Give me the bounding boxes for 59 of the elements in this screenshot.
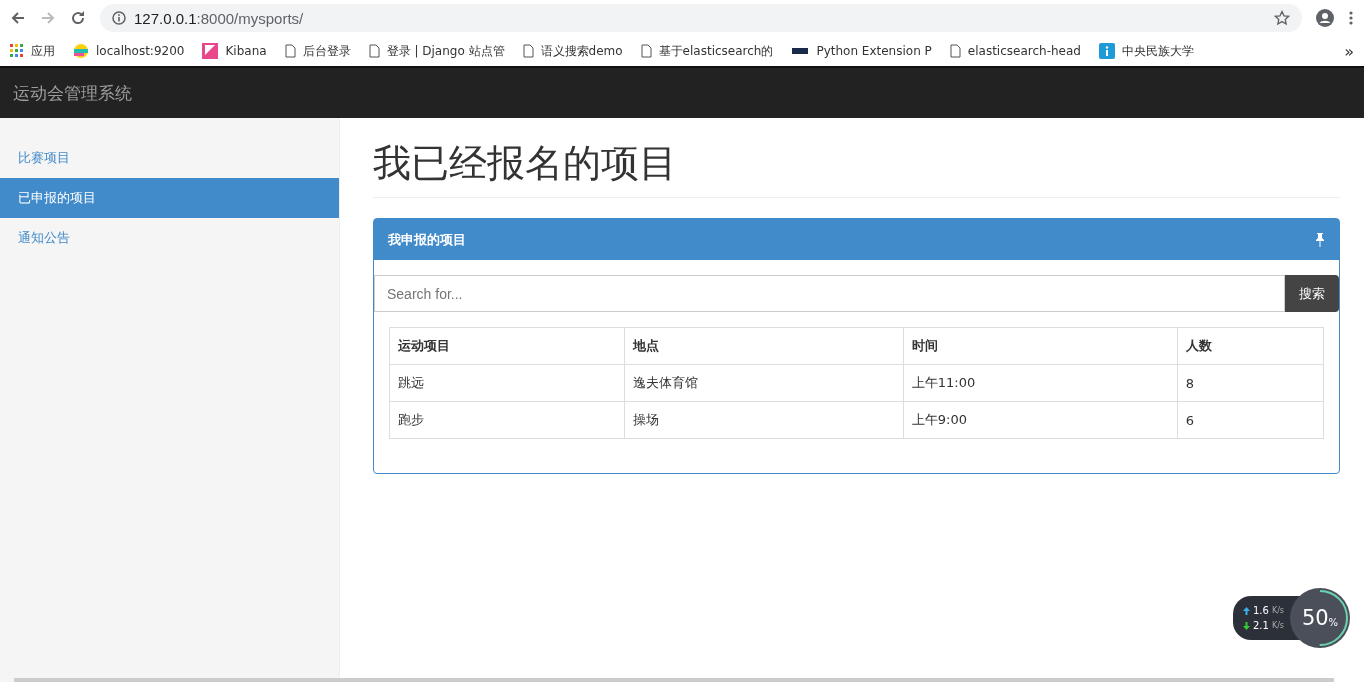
account-icon[interactable] <box>1316 9 1334 27</box>
bookmark[interactable]: 登录 | Django 站点管 <box>368 42 505 60</box>
page-title: 我已经报名的项目 <box>373 138 1340 198</box>
download-speed: 2.1 <box>1253 620 1269 631</box>
table-cell: 跳远 <box>389 364 625 402</box>
table-cell: 8 <box>1177 364 1324 402</box>
apps-icon <box>10 44 24 58</box>
column-header: 地点 <box>624 327 904 365</box>
search-field[interactable]: Search for... <box>374 275 1285 312</box>
url-path: :8000/mysports/ <box>196 9 304 27</box>
menu-icon[interactable] <box>1348 10 1354 26</box>
bookmark[interactable]: elasticsearch-head <box>949 44 1081 58</box>
speed-unit: K/s <box>1271 606 1284 615</box>
table-cell: 操场 <box>624 401 904 439</box>
sidebar-item[interactable]: 通知公告 <box>0 218 339 258</box>
page-icon <box>522 44 534 58</box>
search-button[interactable]: 搜索 <box>1285 275 1339 312</box>
panel-title: 我申报的项目 <box>388 230 466 249</box>
sidebar-item[interactable]: 比赛项目 <box>0 138 339 178</box>
memory-percent: 50 <box>1301 606 1329 630</box>
info-icon <box>1098 43 1115 59</box>
table-cell: 跑步 <box>389 401 625 439</box>
pin-icon[interactable] <box>1315 232 1325 247</box>
url-host: 127.0.0.1 <box>134 9 197 27</box>
table-cell: 逸夫体育馆 <box>624 364 904 402</box>
bookmark[interactable]: localhost:9200 <box>73 43 185 59</box>
kibana-logo-icon <box>202 43 219 59</box>
bookmark[interactable]: 后台登录 <box>284 42 351 60</box>
reload-icon[interactable] <box>70 10 86 26</box>
percent-sign: % <box>1328 616 1339 628</box>
star-icon[interactable] <box>1274 10 1290 26</box>
brand-title[interactable]: 运动会管理系统 <box>13 81 132 105</box>
sidebar-item[interactable]: 已申报的项目 <box>0 178 339 218</box>
bookmark[interactable]: 语义搜索demo <box>522 42 623 60</box>
elastic-logo-icon <box>73 43 89 59</box>
info-icon[interactable] <box>112 11 126 25</box>
column-header: 运动项目 <box>389 327 625 365</box>
table-cell: 6 <box>1177 401 1324 439</box>
back-icon[interactable] <box>10 10 26 26</box>
table-cell: 上午9:00 <box>903 401 1178 439</box>
up-arrow-icon <box>1243 606 1250 615</box>
bookmark[interactable]: 中央民族大学 <box>1098 42 1194 60</box>
table-cell: 上午11:00 <box>903 364 1178 402</box>
more-bookmarks[interactable]: » <box>1344 41 1354 61</box>
page-icon <box>368 44 380 58</box>
down-arrow-icon <box>1243 621 1250 630</box>
column-header: 人数 <box>1177 327 1324 365</box>
bookmark[interactable]: Python Extension P <box>791 44 932 58</box>
page-icon <box>640 44 652 58</box>
speed-unit: K/s <box>1271 621 1284 630</box>
gauge-drawing <box>1290 588 1350 648</box>
page-icon <box>949 44 961 58</box>
address-bar[interactable]: 127.0.0.1:8000/mysports/ <box>100 4 1302 32</box>
bookmark[interactable]: 应用 <box>10 42 55 60</box>
upload-speed: 1.6 <box>1253 605 1269 616</box>
column-header: 时间 <box>903 327 1178 365</box>
page-icon <box>284 44 296 58</box>
bookmark[interactable]: 基于elasticsearch的 <box>640 42 774 60</box>
bookmark[interactable]: Kibana <box>202 43 267 59</box>
